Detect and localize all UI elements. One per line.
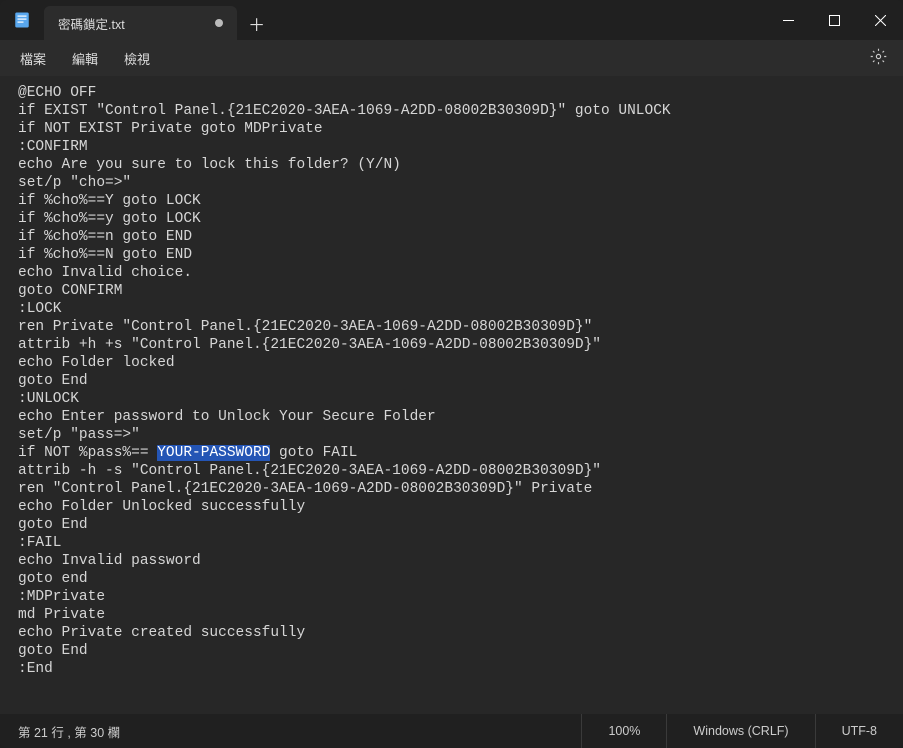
menu-file[interactable]: 檔案: [8, 45, 58, 72]
status-encoding[interactable]: UTF-8: [815, 714, 903, 748]
titlebar[interactable]: 密碼鎖定.txt ＋: [0, 0, 903, 40]
tab-title: 密碼鎖定.txt: [58, 14, 125, 33]
maximize-button[interactable]: [811, 0, 857, 40]
unsaved-indicator-icon: [215, 19, 223, 27]
minimize-button[interactable]: [765, 0, 811, 40]
status-eol[interactable]: Windows (CRLF): [666, 714, 814, 748]
new-tab-button[interactable]: ＋: [237, 6, 277, 40]
statusbar: 第 21 行 , 第 30 欄 100% Windows (CRLF) UTF-…: [0, 714, 903, 748]
gear-icon: [870, 53, 887, 68]
menu-view[interactable]: 檢視: [112, 45, 162, 72]
menu-edit[interactable]: 編輯: [60, 45, 110, 72]
titlebar-drag-area[interactable]: [277, 0, 765, 40]
close-button[interactable]: [857, 0, 903, 40]
notepad-window: 密碼鎖定.txt ＋ 檔案 編輯 檢視 @ECHO OFF if EXIST "…: [0, 0, 903, 748]
app-icon: [0, 0, 44, 40]
tab-active[interactable]: 密碼鎖定.txt: [44, 6, 237, 40]
editor-textarea[interactable]: @ECHO OFF if EXIST "Control Panel.{21EC2…: [0, 76, 903, 714]
status-zoom[interactable]: 100%: [581, 714, 666, 748]
status-cursor-position[interactable]: 第 21 行 , 第 30 欄: [0, 722, 138, 741]
settings-button[interactable]: [862, 44, 895, 72]
window-controls: [765, 0, 903, 40]
menubar: 檔案 編輯 檢視: [0, 40, 903, 76]
selection: YOUR-PASSWORD: [157, 445, 270, 461]
